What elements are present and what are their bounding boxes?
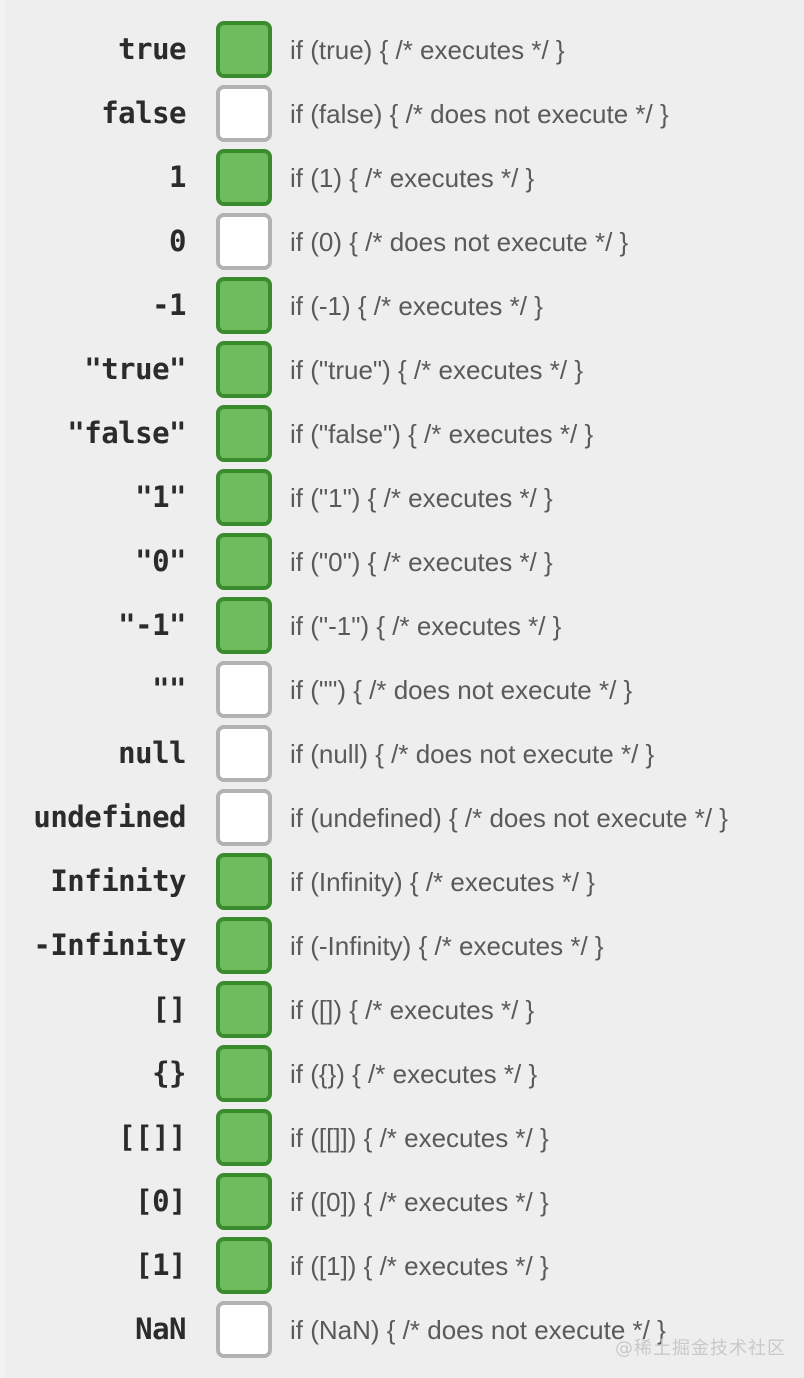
value-label: "0" [135, 544, 186, 578]
value-label: [[]] [118, 1120, 186, 1154]
falsy-indicator-box [216, 213, 272, 270]
truthy-indicator-box [216, 1237, 272, 1294]
truthiness-row: undefined if (undefined) { /* does not ex… [0, 789, 804, 846]
truthiness-row: NaN if (NaN) { /* does not execute */ } [0, 1301, 804, 1358]
truthy-indicator-box [216, 1109, 272, 1166]
truthy-indicator-box [216, 981, 272, 1038]
falsy-indicator-box [216, 85, 272, 142]
code-snippet: if ([1]) { /* executes */ } [290, 1250, 549, 1281]
truthy-indicator-box [216, 469, 272, 526]
truthiness-row: "0" if ("0") { /* executes */ } [0, 533, 804, 590]
truthiness-row: "false" if ("false") { /* executes */ } [0, 405, 804, 462]
code-snippet: if ("1") { /* executes */ } [290, 482, 553, 513]
value-label: {} [152, 1056, 186, 1090]
truthy-indicator-box [216, 277, 272, 334]
truthiness-table: true if (true) { /* executes */ } false if … [0, 0, 804, 1378]
value-label: -1 [152, 288, 186, 322]
code-snippet: if (1) { /* executes */ } [290, 162, 535, 193]
truthiness-row: false if (false) { /* does not execute */… [0, 85, 804, 142]
value-label: "" [152, 672, 186, 706]
truthiness-row: [1] if ([1]) { /* executes */ } [0, 1237, 804, 1294]
falsy-indicator-box [216, 725, 272, 782]
truthiness-row: {} if ({}) { /* executes */ } [0, 1045, 804, 1102]
truthy-indicator-box [216, 21, 272, 78]
truthy-indicator-box [216, 853, 272, 910]
truthiness-row: 1 if (1) { /* executes */ } [0, 149, 804, 206]
truthiness-row: 0 if (0) { /* does not execute */ } [0, 213, 804, 270]
left-edge-strip [0, 0, 5, 1378]
value-label: true [118, 32, 186, 66]
code-snippet: if ([]) { /* executes */ } [290, 994, 535, 1025]
code-snippet: if (null) { /* does not execute */ } [290, 738, 655, 769]
truthy-indicator-box [216, 1045, 272, 1102]
value-label: null [118, 736, 186, 770]
value-label: 0 [169, 224, 186, 258]
truthy-indicator-box [216, 1173, 272, 1230]
value-label: [1] [135, 1248, 186, 1282]
value-label: "false" [67, 416, 186, 450]
truthy-indicator-box [216, 341, 272, 398]
code-snippet: if (true) { /* executes */ } [290, 34, 565, 65]
code-snippet: if (NaN) { /* does not execute */ } [290, 1314, 666, 1345]
value-label: 1 [169, 160, 186, 194]
value-label: NaN [135, 1312, 186, 1346]
code-snippet: if (-1) { /* executes */ } [290, 290, 543, 321]
truthiness-row: Infinity if (Infinity) { /* executes */ } [0, 853, 804, 910]
value-label: Infinity [50, 864, 186, 898]
value-label: "-1" [118, 608, 186, 642]
value-label: [] [152, 992, 186, 1026]
code-snippet: if ("true") { /* executes */ } [290, 354, 584, 385]
truthiness-row: "true" if ("true") { /* executes */ } [0, 341, 804, 398]
truthy-indicator-box [216, 917, 272, 974]
value-label: [0] [135, 1184, 186, 1218]
truthiness-row: -1 if (-1) { /* executes */ } [0, 277, 804, 334]
falsy-indicator-box [216, 1301, 272, 1358]
code-snippet: if ("0") { /* executes */ } [290, 546, 553, 577]
value-label: "1" [135, 480, 186, 514]
value-label: "true" [84, 352, 186, 386]
code-snippet: if (undefined) { /* does not execute */ … [290, 802, 728, 833]
truthiness-row: "1" if ("1") { /* executes */ } [0, 469, 804, 526]
truthy-indicator-box [216, 405, 272, 462]
truthiness-row: [[]] if ([[]]) { /* executes */ } [0, 1109, 804, 1166]
truthiness-row: null if (null) { /* does not execute */ } [0, 725, 804, 782]
value-label: false [101, 96, 186, 130]
truthy-indicator-box [216, 597, 272, 654]
truthiness-row: "-1" if ("-1") { /* executes */ } [0, 597, 804, 654]
code-snippet: if ([[]]) { /* executes */ } [290, 1122, 549, 1153]
falsy-indicator-box [216, 661, 272, 718]
value-label: -Infinity [33, 928, 186, 962]
code-snippet: if (0) { /* does not execute */ } [290, 226, 629, 257]
value-label: undefined [33, 800, 186, 834]
falsy-indicator-box [216, 789, 272, 846]
code-snippet: if ([0]) { /* executes */ } [290, 1186, 549, 1217]
truthiness-row: "" if ("") { /* does not execute */ } [0, 661, 804, 718]
code-snippet: if (-Infinity) { /* executes */ } [290, 930, 604, 961]
code-snippet: if ("-1") { /* executes */ } [290, 610, 562, 641]
code-snippet: if ("") { /* does not execute */ } [290, 674, 633, 705]
code-snippet: if ("false") { /* executes */ } [290, 418, 594, 449]
truthiness-row: -Infinity if (-Infinity) { /* executes */… [0, 917, 804, 974]
truthiness-row: [] if ([]) { /* executes */ } [0, 981, 804, 1038]
truthy-indicator-box [216, 533, 272, 590]
code-snippet: if ({}) { /* executes */ } [290, 1058, 538, 1089]
code-snippet: if (Infinity) { /* executes */ } [290, 866, 595, 897]
truthy-indicator-box [216, 149, 272, 206]
truthiness-row: true if (true) { /* executes */ } [0, 21, 804, 78]
truthiness-row: [0] if ([0]) { /* executes */ } [0, 1173, 804, 1230]
code-snippet: if (false) { /* does not execute */ } [290, 98, 669, 129]
